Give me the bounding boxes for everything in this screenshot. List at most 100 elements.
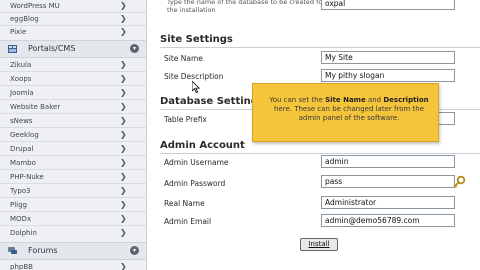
sidebar-item-pligg[interactable]: Pligg ❯: [0, 199, 146, 211]
chevron-right-icon: ❯: [120, 60, 127, 69]
sidebar-item-label: Mambo: [10, 159, 36, 167]
divider: [0, 71, 146, 72]
site-name-input[interactable]: My Site: [321, 51, 455, 64]
sidebar-item-label: Xoops: [10, 75, 32, 83]
chevron-right-icon: ❯: [120, 14, 127, 23]
sidebar-item-phpbb[interactable]: phpBB ❯: [0, 261, 146, 270]
chevron-right-icon: ❯: [120, 262, 127, 270]
sidebar-item-drupal[interactable]: Drupal ❯: [0, 143, 146, 155]
chevron-right-icon: ❯: [120, 1, 127, 10]
sidebar-section-label: Forums: [28, 246, 58, 255]
divider: [0, 169, 146, 170]
admin-password-label: Admin Password: [164, 179, 226, 188]
chevron-right-icon: ❯: [120, 116, 127, 125]
database-settings-header: Database Settings: [160, 96, 264, 107]
sidebar-section-portals-cms[interactable]: Portals/CMS ▾: [0, 40, 146, 58]
divider: [0, 155, 146, 156]
sidebar-item-eggblog[interactable]: eggBlog ❯: [0, 13, 146, 25]
admin-email-label: Admin Email: [164, 217, 212, 226]
real-name-input[interactable]: Administrator: [321, 196, 455, 209]
chevron-right-icon: ❯: [120, 158, 127, 167]
admin-password-input[interactable]: pass: [321, 175, 455, 188]
divider: [0, 197, 146, 198]
tooltip-text-part: and: [365, 96, 384, 104]
divider: [160, 153, 480, 154]
sidebar-item-geeklog[interactable]: Geeklog ❯: [0, 129, 146, 141]
site-name-label: Site Name: [164, 54, 203, 63]
admin-username-input[interactable]: admin: [321, 155, 455, 168]
chevron-right-icon: ❯: [120, 144, 127, 153]
sidebar: WordPress MU ❯ eggBlog ❯ Pixie ❯ Portals…: [0, 0, 147, 270]
chevron-right-icon: ❯: [120, 102, 127, 111]
divider: [0, 211, 146, 212]
tooltip-bold-description: Description: [383, 96, 429, 104]
database-name-description: Type the name of the database to be crea…: [167, 0, 326, 14]
sidebar-item-modx[interactable]: MODx ❯: [0, 213, 146, 225]
chevron-right-icon: ❯: [120, 88, 127, 97]
site-settings-header: Site Settings: [160, 34, 233, 45]
cms-icon: [8, 45, 17, 53]
divider: [0, 141, 146, 142]
sidebar-item-label: Geeklog: [10, 131, 39, 139]
admin-username-label: Admin Username: [164, 158, 229, 167]
sidebar-section-label: Portals/CMS: [28, 44, 76, 53]
key-icon[interactable]: [452, 175, 466, 189]
divider: [0, 127, 146, 128]
sidebar-item-label: sNews: [10, 117, 33, 125]
site-description-label: Site Description: [164, 72, 224, 81]
sidebar-item-label: WordPress MU: [10, 2, 60, 10]
divider: [0, 113, 146, 114]
sidebar-item-label: Dolphin: [10, 229, 37, 237]
sidebar-item-php-nuke[interactable]: PHP-Nuke ❯: [0, 171, 146, 183]
sidebar-item-label: Pixie: [10, 28, 27, 36]
sidebar-item-label: Typo3: [10, 187, 31, 195]
sidebar-item-pixie[interactable]: Pixie ❯: [0, 26, 146, 38]
chevron-right-icon: ❯: [120, 200, 127, 209]
sidebar-section-forums[interactable]: Forums ▾: [0, 242, 146, 260]
chevron-right-icon: ❯: [120, 130, 127, 139]
tooltip-text-part: You can set the: [269, 96, 326, 104]
sidebar-item-label: Drupal: [10, 145, 34, 153]
sidebar-item-joomla[interactable]: Joomla ❯: [0, 87, 146, 99]
mouse-cursor-icon: [192, 81, 200, 93]
chevron-right-icon: ❯: [120, 74, 127, 83]
sidebar-item-mambo[interactable]: Mambo ❯: [0, 157, 146, 169]
sidebar-item-zikula[interactable]: Zikula ❯: [0, 59, 146, 71]
tooltip-bold-site-name: Site Name: [325, 96, 366, 104]
sidebar-item-label: PHP-Nuke: [10, 173, 44, 181]
database-name-input[interactable]: oxpal: [321, 0, 455, 10]
sidebar-item-website-baker[interactable]: Website Baker ❯: [0, 101, 146, 113]
collapse-icon[interactable]: ▾: [130, 44, 139, 53]
divider: [0, 85, 146, 86]
divider: [0, 99, 146, 100]
sidebar-item-label: eggBlog: [10, 15, 39, 23]
help-tooltip: You can set the Site Name and Descriptio…: [252, 83, 439, 142]
divider: [160, 47, 480, 48]
chevron-right-icon: ❯: [120, 228, 127, 237]
collapse-icon[interactable]: ▾: [130, 246, 139, 255]
sidebar-item-typo3[interactable]: Typo3 ❯: [0, 185, 146, 197]
install-button[interactable]: Install: [300, 238, 338, 251]
chevron-right-icon: ❯: [120, 186, 127, 195]
sidebar-item-label: Website Baker: [10, 103, 61, 111]
forums-icon: [8, 247, 17, 254]
site-description-input[interactable]: My pithy slogan: [321, 69, 455, 82]
divider: [0, 183, 146, 184]
sidebar-item-label: Pligg: [10, 201, 27, 209]
divider: [0, 225, 146, 226]
chevron-right-icon: ❯: [120, 27, 127, 36]
table-prefix-label: Table Prefix: [164, 115, 207, 124]
admin-account-header: Admin Account: [160, 140, 245, 151]
tooltip-text: You can set the Site Name and Descriptio…: [269, 96, 429, 123]
sidebar-item-dolphin[interactable]: Dolphin ❯: [0, 227, 146, 239]
real-name-label: Real Name: [164, 199, 205, 208]
sidebar-item-label: Joomla: [10, 89, 34, 97]
sidebar-item-wordpress-mu[interactable]: WordPress MU ❯: [0, 0, 146, 12]
chevron-right-icon: ❯: [120, 214, 127, 223]
sidebar-item-label: Zikula: [10, 61, 32, 69]
sidebar-item-label: MODx: [10, 215, 32, 223]
tooltip-text-part: here. These can be changed later from th…: [273, 105, 425, 122]
admin-email-input[interactable]: admin@demo56789.com: [321, 214, 455, 227]
sidebar-item-xoops[interactable]: Xoops ❯: [0, 73, 146, 85]
sidebar-item-snews[interactable]: sNews ❯: [0, 115, 146, 127]
